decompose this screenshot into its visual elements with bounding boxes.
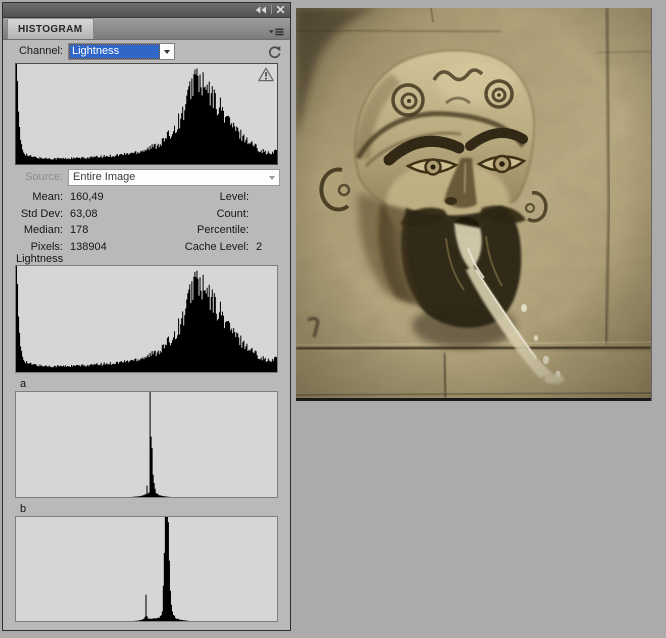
histogram-a[interactable]: [15, 391, 278, 498]
double-left-triangles-icon: [255, 6, 266, 13]
stddev-value: 63,08: [70, 207, 98, 220]
close-panel-button[interactable]: [276, 5, 285, 14]
tab-histogram[interactable]: HISTOGRAM: [7, 18, 94, 39]
panel-content: Channel: Lightness Source: Entire Image …: [3, 39, 290, 630]
channel-label: Channel:: [18, 45, 63, 57]
document-canvas[interactable]: [296, 8, 651, 401]
panel-tab-bar: HISTOGRAM: [3, 18, 290, 40]
source-select[interactable]: Entire Image: [68, 169, 280, 186]
histogram-panel: HISTOGRAM Channel: Lightness Source: Ent…: [2, 2, 291, 631]
channel-row: Channel: Lightness: [3, 43, 290, 61]
percentile-value: [249, 224, 284, 241]
stddev-label: Std Dev:: [20, 207, 63, 220]
fountain-photo: [296, 8, 651, 398]
refresh-icon: [268, 46, 281, 59]
histogram-lightness-main[interactable]: [15, 63, 278, 165]
cache-level-value: 2: [256, 240, 263, 253]
level-value: [249, 191, 284, 208]
uncached-refresh-button[interactable]: [267, 45, 282, 65]
photoshop-workspace: { "panel": { "title": "HISTOGRAM" }, "ti…: [0, 0, 666, 638]
percentile-label: Percentile:: [197, 224, 249, 236]
warning-icon: [258, 67, 274, 82]
cache-level-label: Cache Level:: [184, 240, 249, 253]
section-label-b: b: [20, 503, 27, 515]
titlebar-separator: [271, 5, 272, 14]
section-label-lightness: Lightness: [16, 253, 64, 265]
source-label: Source:: [25, 171, 63, 183]
count-label: Count:: [216, 207, 249, 220]
count-value: [249, 208, 284, 225]
histogram-b[interactable]: [15, 516, 278, 622]
statistics-readout: Mean: 160,49 Level: Std Dev: 63,08 Count…: [3, 191, 284, 257]
close-icon: [276, 5, 285, 14]
tab-histogram-label: HISTOGRAM: [18, 23, 83, 35]
mean-label: Mean:: [32, 191, 63, 203]
collapse-to-icons-button[interactable]: [255, 6, 267, 14]
median-value: 178: [70, 224, 89, 236]
source-row: Source: Entire Image: [3, 169, 290, 187]
chevron-down-icon[interactable]: [160, 44, 174, 59]
channel-selected-value: Lightness: [69, 44, 160, 59]
median-label: Median:: [23, 224, 63, 236]
section-label-a: a: [20, 378, 27, 390]
source-selected-value: Entire Image: [73, 171, 136, 183]
mean-value: 160,49: [70, 191, 104, 203]
panel-titlebar[interactable]: [3, 3, 290, 18]
chevron-down-icon: [265, 170, 279, 185]
histogram-lightness[interactable]: [15, 265, 278, 373]
level-label: Level:: [219, 191, 249, 203]
cached-data-warning-button[interactable]: [258, 67, 274, 82]
pixels-value: 138904: [70, 240, 107, 253]
channel-select[interactable]: Lightness: [68, 43, 175, 60]
